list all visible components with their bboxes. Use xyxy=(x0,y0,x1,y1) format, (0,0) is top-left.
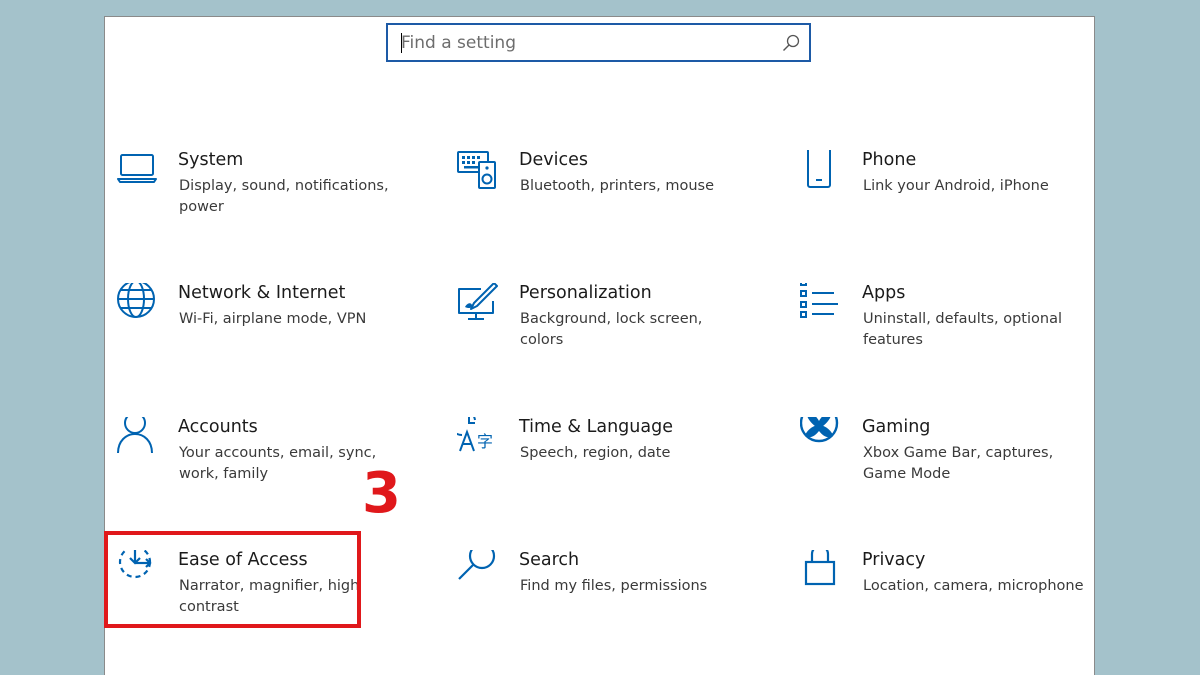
tile-gaming[interactable]: Gaming Xbox Game Bar, captures, Game Mod… xyxy=(800,417,1100,507)
tile-personalization[interactable]: Personalization Background, lock screen,… xyxy=(457,283,757,373)
annotation-step-number: 3 xyxy=(362,461,401,526)
search-icon xyxy=(458,550,496,580)
tile-description: Uninstall, defaults, optional features xyxy=(863,311,1062,348)
tile-network-internet[interactable]: Network & Internet Wi-Fi, airplane mode,… xyxy=(116,283,416,373)
tile-title: Devices xyxy=(519,150,588,170)
tile-title: Gaming xyxy=(862,417,931,437)
search-input[interactable] xyxy=(388,25,768,60)
tile-description: Background, lock screen, colors xyxy=(520,311,703,348)
tile-title: Time & Language xyxy=(519,417,673,437)
search-icon[interactable] xyxy=(781,33,801,53)
tile-devices[interactable]: Devices Bluetooth, printers, mouse xyxy=(457,150,757,240)
tile-title: Search xyxy=(519,550,580,570)
tile-title: Accounts xyxy=(178,417,258,437)
tile-title: Apps xyxy=(862,283,906,303)
tile-phone[interactable]: Phone Link your Android, iPhone xyxy=(800,150,1100,240)
keyboard-speaker-icon xyxy=(457,151,496,189)
tile-description: Find my files, permissions xyxy=(520,578,708,594)
globe-icon xyxy=(117,283,155,318)
annotation-highlight-box xyxy=(104,531,361,628)
text-caret xyxy=(401,33,402,53)
tile-description: Location, camera, microphone xyxy=(863,578,1084,594)
svg-text:字: 字 xyxy=(477,432,493,451)
tile-title: Privacy xyxy=(862,550,926,570)
tile-search[interactable]: Search Find my files, permissions xyxy=(457,550,757,640)
phone-icon xyxy=(807,150,831,188)
tile-title: System xyxy=(178,150,244,170)
tile-system[interactable]: System Display, sound, notifications, po… xyxy=(116,150,416,240)
tile-description: Display, sound, notifications, power xyxy=(179,178,389,215)
tile-title: Phone xyxy=(862,150,917,170)
tile-privacy[interactable]: Privacy Location, camera, microphone xyxy=(800,550,1100,640)
tile-description: Wi-Fi, airplane mode, VPN xyxy=(179,311,367,327)
person-icon xyxy=(117,417,153,454)
apps-list-icon xyxy=(800,283,838,318)
laptop-icon xyxy=(117,154,157,183)
tile-description: Bluetooth, printers, mouse xyxy=(520,178,714,194)
time-language-icon: 字 xyxy=(457,417,493,452)
tile-title: Network & Internet xyxy=(178,283,346,303)
tile-description: Speech, region, date xyxy=(520,445,671,461)
search-box[interactable] xyxy=(386,23,811,62)
tile-apps[interactable]: Apps Uninstall, defaults, optional featu… xyxy=(800,283,1100,373)
tile-title: Personalization xyxy=(519,283,652,303)
tile-time-language[interactable]: 字 Time & Language Speech, region, date xyxy=(457,417,757,507)
tile-description: Xbox Game Bar, captures, Game Mode xyxy=(863,445,1054,482)
lock-icon xyxy=(804,550,836,586)
tile-description: Link your Android, iPhone xyxy=(863,178,1049,194)
paint-monitor-icon xyxy=(458,283,498,320)
xbox-icon xyxy=(800,417,839,443)
